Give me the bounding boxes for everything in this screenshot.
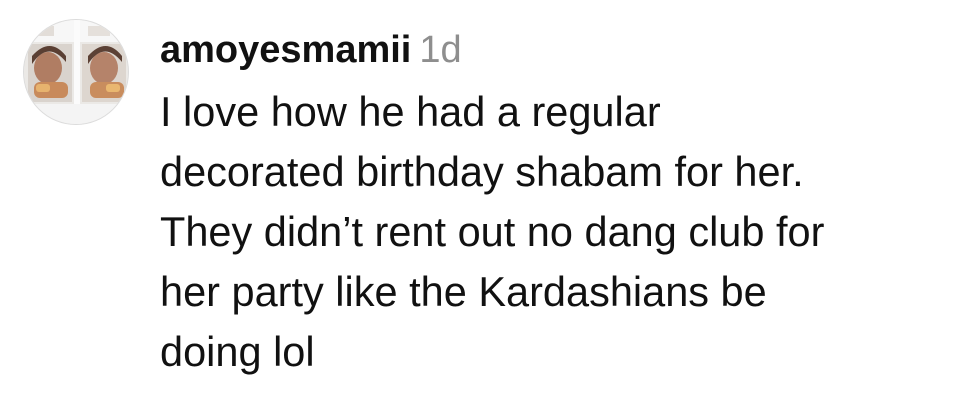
comment-text-line: doing lol [160,328,315,375]
comment-text-line: her party like the Kardashians be [160,268,767,315]
comment: amoyesmamii 1d I love how he had a regula… [0,0,980,407]
avatar-photo-icon [24,20,128,124]
comment-text: I love how he had a regular decorated bi… [160,82,975,382]
comment-header: amoyesmamii 1d [160,26,975,74]
comment-timestamp[interactable]: 1d [419,29,461,71]
comment-text-line: decorated birthday shabam for her. [160,148,804,195]
comment-body: amoyesmamii 1d I love how he had a regula… [160,26,975,382]
comment-text-line: I love how he had a regular [160,88,661,135]
username-link[interactable]: amoyesmamii [160,29,411,71]
comment-text-line: They didn’t rent out no dang club for [160,208,825,255]
avatar[interactable] [24,20,128,124]
